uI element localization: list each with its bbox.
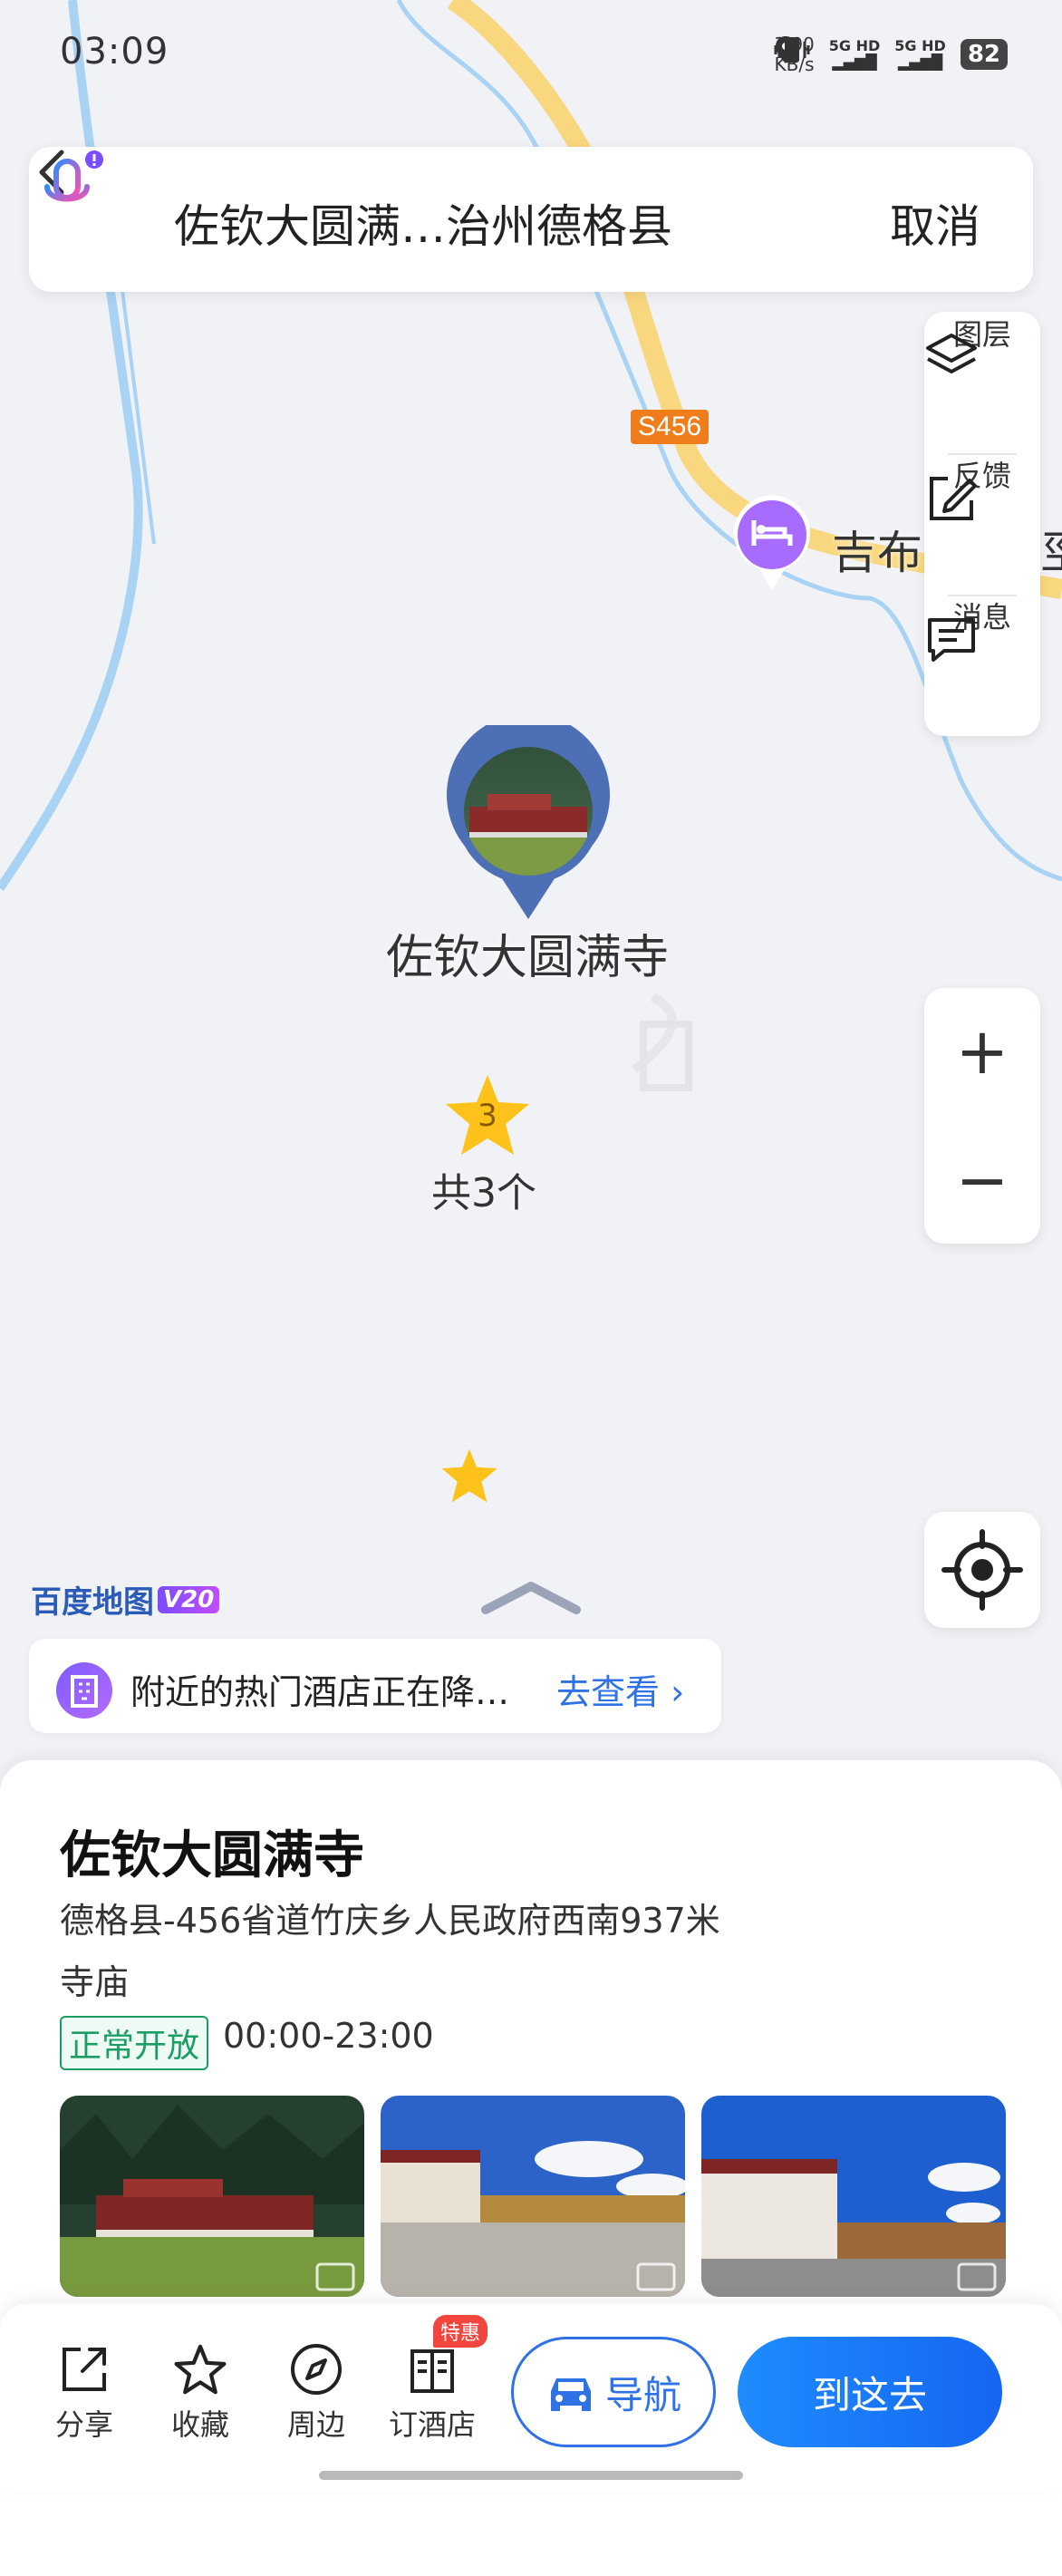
star-poi-icon[interactable] <box>439 1447 500 1505</box>
message-icon <box>928 618 975 662</box>
search-query[interactable]: 佐钦大圆满…治州德格县 <box>174 190 672 256</box>
signal-bars-icon: ▂▄▆█ <box>897 53 943 71</box>
navigate-label: 导航 <box>604 2372 681 2417</box>
book-hotel-button[interactable]: 订酒店 <box>382 2342 482 2444</box>
voice-mic-icon[interactable] <box>29 147 111 228</box>
hotel-building-icon <box>56 1662 112 1719</box>
faint-poi-icon <box>640 1021 692 1091</box>
feedback-button[interactable]: 反馈 <box>924 453 1040 595</box>
nearby-label: 周边 <box>286 2407 345 2442</box>
star-cluster-icon[interactable]: 3 <box>442 1071 533 1158</box>
hotel-poi-label-cut: 巠 <box>1040 517 1062 582</box>
promo-text: 附近的热门酒店正在降… <box>130 1672 510 1712</box>
selected-poi-label[interactable]: 佐钦大圆满寺 <box>386 919 669 987</box>
road-badge-s456: S456 <box>631 410 710 444</box>
navigate-button[interactable]: 导航 <box>511 2337 716 2447</box>
sim1-signal: 5G HD ▂▄▆█ <box>829 38 881 71</box>
messages-button[interactable]: 消息 <box>924 595 1040 736</box>
layers-button[interactable]: 图层 <box>924 312 1040 453</box>
vibrate-icon <box>774 37 810 63</box>
zoom-controls: + − <box>924 988 1040 1244</box>
chevron-right-icon: › <box>671 1672 685 1712</box>
share-label: 分享 <box>54 2407 113 2442</box>
zoom-out-button[interactable]: − <box>924 1117 1040 1244</box>
status-time: 03:09 <box>60 31 169 73</box>
opening-hours: 00:00-23:00 <box>223 2016 434 2056</box>
open-status-badge: 正常开放 <box>60 2016 209 2070</box>
photo-monastery-plaza <box>381 2096 685 2297</box>
promo-link-label: 去查看 <box>556 1672 661 1712</box>
zoom-in-button[interactable]: + <box>924 988 1040 1115</box>
place-address: 德格县-456省道竹庆乡人民政府西南937米 <box>60 1901 720 1941</box>
search-bar[interactable]: 佐钦大圆满…治州德格县 取消 <box>29 147 1033 292</box>
compass-icon <box>291 2344 342 2395</box>
river-left <box>0 0 143 891</box>
hotel-poi-marker-icon[interactable] <box>730 493 814 595</box>
cluster-count: 3 <box>478 1098 497 1134</box>
share-button[interactable]: 分享 <box>34 2342 134 2444</box>
map-view[interactable]: 03:09 3.90 KB/s 5G HD ▂▄▆█ 5G HD ▂▄▆█ 82… <box>0 0 1062 1813</box>
place-title: 佐钦大圆满寺 <box>60 1826 364 1885</box>
battery-indicator: 82 <box>960 39 1008 70</box>
photo-monastery-forest <box>60 2096 364 2297</box>
sim1-label: 5G HD <box>828 37 881 54</box>
logo-text: 百度地图 <box>31 1584 154 1621</box>
discount-tag: 特惠 <box>433 2315 488 2348</box>
layers-icon <box>926 334 977 373</box>
cancel-button[interactable]: 取消 <box>890 190 980 256</box>
chevron-up-icon[interactable] <box>480 1579 582 1615</box>
signal-bars-icon: ▂▄▆█ <box>832 53 877 71</box>
photo-monastery-building <box>701 2096 1006 2297</box>
place-photo[interactable] <box>701 2096 1006 2297</box>
star-outline-icon <box>174 2344 227 2395</box>
hotel-list-icon <box>410 2349 454 2393</box>
sim2-label: 5G HD <box>894 37 946 54</box>
edit-feedback-icon <box>930 477 977 520</box>
hotel-promo-banner[interactable]: 附近的热门酒店正在降… 去查看 › <box>29 1639 721 1733</box>
bottom-action-bar: 分享 收藏 周边 订酒店 特惠 导航 到这去 <box>0 2304 1062 2491</box>
crosshair-icon <box>941 1529 1023 1611</box>
status-icons: 3.90 KB/s 5G HD ▂▄▆█ 5G HD ▂▄▆█ 82 <box>774 34 1008 74</box>
logo-version: V20 <box>158 1585 220 1613</box>
share-icon <box>63 2348 106 2391</box>
cluster-label[interactable]: 共3个 <box>431 1160 536 1218</box>
go-here-button[interactable]: 到这去 <box>738 2337 1002 2447</box>
baidu-map-logo: 百度地图 V20 <box>31 1577 220 1622</box>
sim2-signal: 5G HD ▂▄▆█ <box>894 38 946 71</box>
place-category: 寺庙 <box>60 1962 130 2002</box>
favorite-label: 收藏 <box>170 2407 229 2442</box>
map-tools-panel: 图层 反馈 消息 <box>924 312 1040 736</box>
book-hotel-label: 订酒店 <box>388 2407 476 2442</box>
selected-poi-marker[interactable] <box>442 725 614 925</box>
locate-me-button[interactable] <box>924 1512 1040 1628</box>
go-here-label: 到这去 <box>812 2372 927 2417</box>
nearby-button[interactable]: 周边 <box>266 2342 366 2444</box>
home-indicator[interactable] <box>319 2471 743 2480</box>
place-photo[interactable] <box>60 2096 364 2297</box>
place-photo[interactable] <box>381 2096 685 2297</box>
hotel-poi-label[interactable]: 吉布 <box>832 517 922 582</box>
promo-view-link[interactable]: 去查看 › <box>556 1664 684 1714</box>
favorite-button[interactable]: 收藏 <box>150 2342 250 2444</box>
car-icon <box>550 2378 591 2411</box>
